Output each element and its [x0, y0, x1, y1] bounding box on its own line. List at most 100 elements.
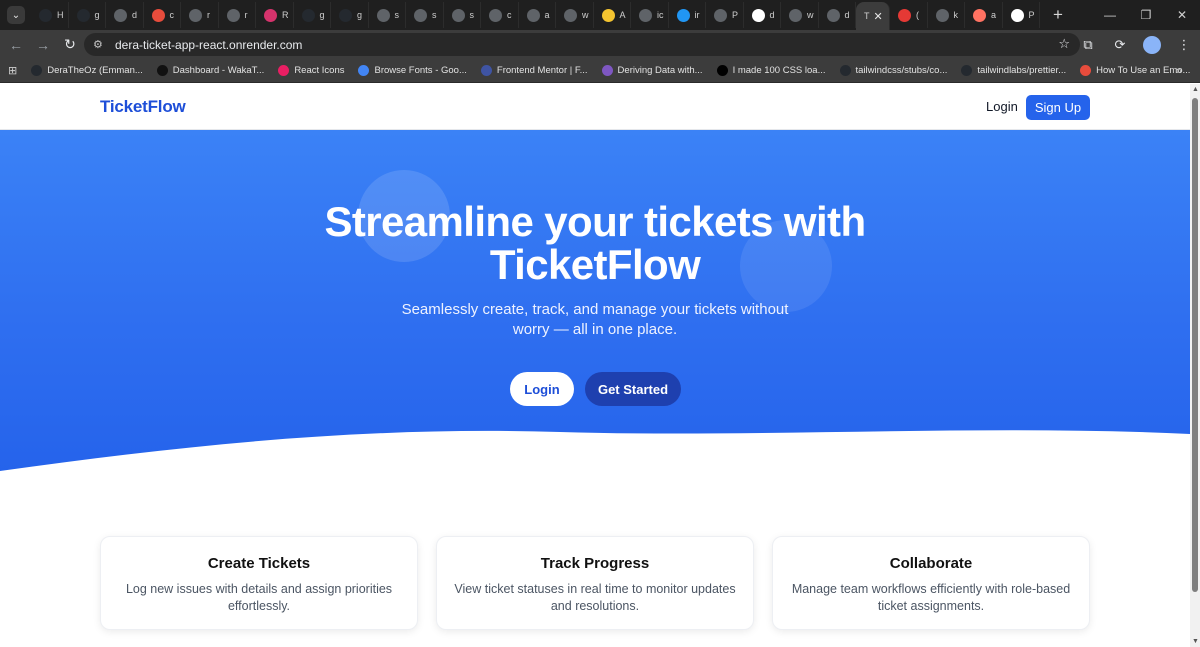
browser-tab[interactable]: w — [556, 2, 594, 28]
site-logo[interactable]: TicketFlow — [100, 97, 186, 117]
bookmark-label: Browse Fonts - Goo... — [374, 65, 467, 76]
browser-tab[interactable]: d — [106, 2, 144, 28]
browser-tab[interactable]: d — [819, 2, 856, 28]
tab-title: d — [844, 10, 850, 20]
browser-tab[interactable]: s — [444, 2, 481, 28]
browser-tab[interactable]: g — [294, 2, 331, 28]
address-bar[interactable]: ⚙ dera-ticket-app-react.onrender.com ☆ — [84, 33, 1080, 56]
signup-button[interactable]: Sign Up — [1026, 95, 1090, 120]
browser-tab[interactable]: ( — [890, 2, 928, 28]
reload-icon[interactable]: ↻ — [58, 33, 82, 57]
tab-title: c — [507, 10, 512, 20]
bookmark-item[interactable]: React Icons — [278, 65, 344, 76]
tab-search-icon[interactable]: ⌄ — [7, 6, 25, 24]
bookmark-item[interactable]: tailwindlabs/prettier... — [961, 65, 1066, 76]
close-tab-icon[interactable]: ✕ — [874, 10, 883, 23]
tab-favicon-icon — [189, 8, 202, 22]
bookmark-item[interactable]: DeraTheOz (Emman... — [31, 65, 143, 76]
browser-tab[interactable]: P — [1003, 2, 1040, 28]
bookmark-item[interactable]: Browse Fonts - Goo... — [358, 65, 467, 76]
browser-tab[interactable]: g — [331, 2, 369, 28]
browser-tab[interactable]: H — [31, 2, 69, 28]
active-browser-tab[interactable]: T ✕ — [856, 2, 890, 30]
sync-icon[interactable]: ⟳ — [1104, 37, 1136, 53]
bookmark-favicon-icon — [601, 65, 613, 76]
browser-tab[interactable]: g — [69, 2, 106, 28]
browser-tab[interactable]: r — [181, 2, 219, 28]
browser-tab[interactable]: ic — [631, 2, 669, 28]
browser-tab[interactable]: s — [369, 2, 406, 28]
profile-avatar[interactable] — [1143, 35, 1161, 54]
scroll-up-icon[interactable]: ▲ — [1192, 86, 1199, 93]
browser-tab[interactable]: d — [744, 2, 781, 28]
browser-tab[interactable]: A — [594, 2, 631, 28]
browser-tab[interactable]: c — [481, 2, 519, 28]
forward-icon[interactable]: → — [31, 33, 55, 57]
tab-title: ic — [657, 10, 664, 20]
tab-title: w — [582, 10, 589, 20]
page-scrollbar[interactable]: ▲ ▼ — [1190, 84, 1200, 647]
bookmark-favicon-icon — [278, 65, 290, 76]
bookmark-favicon-icon — [156, 65, 168, 76]
tab-title: r — [207, 10, 210, 20]
bookmark-favicon-icon — [839, 65, 851, 76]
bookmark-label: tailwindcss/stubs/co... — [855, 65, 948, 76]
feature-card: Collaborate Manage team workflows effici… — [772, 536, 1090, 630]
browser-tab[interactable]: R — [256, 2, 294, 28]
minimize-icon[interactable]: — — [1092, 0, 1128, 30]
header-login-link[interactable]: Login — [986, 99, 1018, 114]
feature-title: Track Progress — [540, 555, 650, 572]
tab-title: ( — [916, 10, 919, 20]
hero-title: Streamline your tickets with TicketFlow — [324, 198, 866, 288]
bookmark-star-icon[interactable]: ☆ — [1058, 36, 1070, 52]
browser-tab[interactable]: P — [706, 2, 744, 28]
browser-tab[interactable]: r — [219, 2, 256, 28]
tab-favicon-icon — [414, 8, 427, 22]
tab-title: g — [94, 10, 100, 20]
scrollbar-thumb[interactable] — [1192, 98, 1198, 592]
bookmark-item[interactable]: tailwindcss/stubs/co... — [839, 65, 948, 76]
feature-card: Create Tickets Log new issues with detai… — [100, 536, 418, 630]
new-tab-icon[interactable]: + — [1048, 5, 1068, 25]
back-icon[interactable]: ← — [4, 33, 28, 57]
feature-card: Track Progress View ticket statuses in r… — [436, 536, 754, 630]
site-info-icon[interactable]: ⚙ — [93, 38, 109, 51]
browser-tab[interactable]: w — [781, 2, 819, 28]
hero-wave-divider — [0, 430, 1190, 472]
url-text: dera-ticket-app-react.onrender.com — [115, 37, 303, 52]
apps-grid-icon[interactable]: ⊞ — [8, 64, 17, 77]
tab-title: r — [244, 10, 248, 20]
tab-favicon-icon — [714, 8, 727, 22]
extensions-icon[interactable]: ⧉ — [1072, 37, 1104, 53]
browser-tab[interactable]: c — [144, 2, 181, 28]
tab-title: g — [357, 10, 363, 20]
hero-section: Streamline your tickets with TicketFlow … — [0, 130, 1190, 472]
hero-login-button[interactable]: Login — [510, 372, 574, 406]
toolbar-actions: ⧉ ⟳ ⋮ — [1072, 30, 1200, 59]
browser-tab[interactable]: k — [928, 2, 965, 28]
bookmark-item[interactable]: I made 100 CSS loa... — [716, 65, 826, 76]
scroll-down-icon[interactable]: ▼ — [1192, 638, 1199, 645]
browser-tab[interactable]: a — [519, 2, 556, 28]
tab-title: A — [619, 10, 626, 20]
close-window-icon[interactable]: ✕ — [1164, 0, 1200, 30]
tab-title: k — [953, 10, 959, 20]
bookmark-item[interactable]: Deriving Data with... — [601, 65, 703, 76]
bookmark-item[interactable]: How To Use an Emo... — [1080, 65, 1190, 76]
browser-tab[interactable]: ir — [669, 2, 706, 28]
page-viewport: TicketFlow Login Sign Up Streamline your… — [0, 84, 1190, 647]
tab-favicon-icon — [114, 8, 127, 22]
bookmark-item[interactable]: Dashboard - WakaT... — [156, 65, 264, 76]
bookmarks-overflow-icon[interactable]: » — [1176, 65, 1182, 77]
bookmark-list: DeraTheOz (Emman... Dashboard - WakaT... R… — [17, 65, 1200, 76]
bookmark-label: tailwindlabs/prettier... — [977, 65, 1067, 76]
bookmark-item[interactable]: Frontend Mentor | F... — [480, 65, 588, 76]
tab-title: R — [282, 10, 289, 20]
restore-icon[interactable]: ❐ — [1128, 0, 1164, 30]
browser-tab[interactable]: a — [965, 2, 1003, 28]
menu-kebab-icon[interactable]: ⋮ — [1168, 37, 1200, 53]
get-started-button[interactable]: Get Started — [585, 372, 681, 406]
bookmark-label: Frontend Mentor | F... — [496, 65, 588, 76]
browser-tab[interactable]: s — [406, 2, 444, 28]
bookmark-label: I made 100 CSS loa... — [732, 65, 826, 76]
